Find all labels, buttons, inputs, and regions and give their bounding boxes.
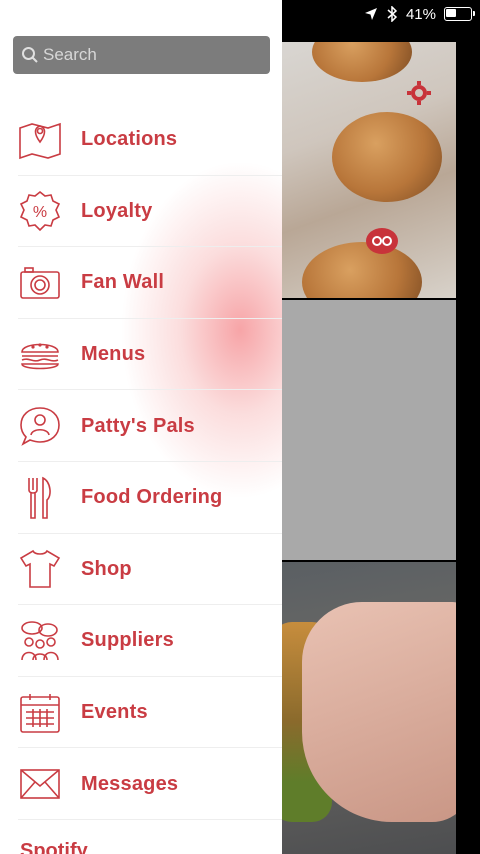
- fork-knife-icon: [18, 476, 62, 520]
- menu-item-pattys-pals[interactable]: Patty's Pals: [0, 390, 282, 462]
- menu-item-label: Locations: [81, 128, 178, 151]
- search-icon: [19, 44, 41, 66]
- search-input[interactable]: [41, 44, 255, 66]
- menu-item-spotify[interactable]: Spotify: [20, 840, 88, 854]
- menu-item-label: Loyalty: [81, 199, 153, 222]
- menu-item-label: Shop: [81, 557, 132, 580]
- menu-item-fan-wall[interactable]: Fan Wall: [0, 247, 282, 319]
- menu-item-label: Food Ordering: [81, 486, 223, 509]
- logo-panel: [282, 300, 456, 560]
- burger-photo-top: [282, 42, 456, 298]
- menu-item-food-ordering[interactable]: Food Ordering: [0, 462, 282, 534]
- battery-percent: 41%: [405, 5, 436, 23]
- menu-item-label: Fan Wall: [81, 271, 165, 294]
- drawer-menu: Locations % Loyalty Fan Wall Menus Patty…: [0, 104, 282, 820]
- envelope-icon: [18, 762, 62, 806]
- percent-badge-icon: %: [18, 189, 62, 233]
- group-people-icon: [18, 619, 62, 663]
- burger-icon: [18, 333, 62, 377]
- menu-item-shop[interactable]: Shop: [0, 534, 282, 606]
- chat-person-icon: [18, 404, 62, 448]
- logo-badge-icon: [366, 228, 398, 254]
- tshirt-icon: [18, 547, 62, 591]
- menu-item-label: Patty's Pals: [81, 414, 195, 437]
- menu-item-locations[interactable]: Locations: [0, 104, 282, 176]
- menu-item-label: Messages: [81, 772, 179, 795]
- menu-item-label: Suppliers: [81, 629, 174, 652]
- menu-item-label: Events: [81, 701, 148, 724]
- menu-item-label: Menus: [81, 343, 146, 366]
- status-bar: 41%: [364, 0, 480, 28]
- menu-item-menus[interactable]: Menus: [0, 319, 282, 391]
- burger-photo-bottom: [282, 562, 456, 854]
- search-bar[interactable]: [13, 36, 270, 74]
- camera-icon: [18, 261, 62, 305]
- menu-item-suppliers[interactable]: Suppliers: [0, 605, 282, 677]
- battery-icon: [444, 7, 475, 21]
- map-pin-icon: [18, 118, 62, 162]
- gear-icon: [407, 81, 431, 105]
- menu-item-events[interactable]: Events: [0, 677, 282, 749]
- side-drawer: Locations % Loyalty Fan Wall Menus Patty…: [0, 0, 282, 854]
- location-arrow-icon: [364, 8, 377, 20]
- svg-text:%: %: [33, 204, 47, 221]
- bluetooth-icon: [387, 6, 398, 22]
- calendar-icon: [18, 691, 62, 735]
- menu-item-messages[interactable]: Messages: [0, 748, 282, 820]
- menu-item-loyalty[interactable]: % Loyalty: [0, 176, 282, 248]
